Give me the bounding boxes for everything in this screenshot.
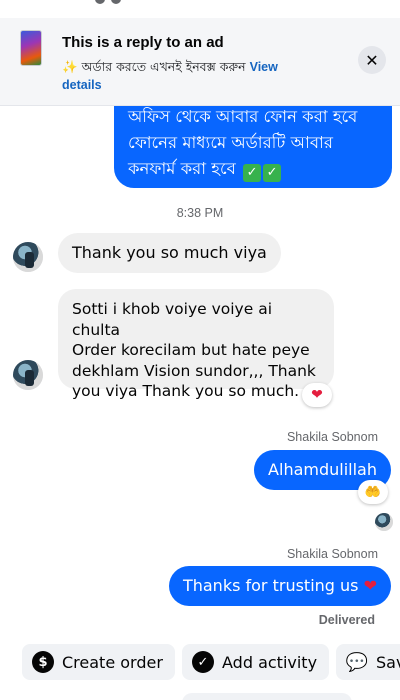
sparkle-icon: ✨: [62, 59, 78, 74]
composer-peek: [182, 693, 352, 700]
create-order-label: Create order: [62, 652, 163, 672]
heart-icon: ❤: [363, 576, 377, 595]
message-line: কনফার্ম করা হবে ✓ ✓: [128, 156, 380, 182]
banner-subtitle-text: অর্ডার করতে এখনই ইনবক্স করুন: [81, 59, 246, 74]
top-strip: [0, 0, 400, 18]
close-icon[interactable]: ✕: [358, 46, 386, 74]
incoming-message[interactable]: Thank you so much viya: [58, 233, 281, 273]
check-circle-icon: ✓: [192, 651, 214, 673]
action-chips: $ Create order ✓ Add activity 💬 Sav: [0, 640, 400, 688]
add-activity-label: Add activity: [222, 652, 318, 672]
check-mark-icon: ✓: [243, 164, 262, 182]
message-line: dekhlam Vision sundor,,, Thank: [72, 361, 316, 380]
seen-avatar: [375, 513, 393, 531]
message-line: অফিস থেকে আবার ফোন করা হবে: [128, 107, 358, 126]
save-label: Sav: [376, 652, 400, 672]
incoming-message[interactable]: Sotti i khob voiye voiye ai chulta Order…: [58, 289, 334, 400]
delivered-status: Delivered: [318, 613, 375, 627]
banner-title: This is a reply to an ad: [62, 34, 224, 51]
message-line: you viya Thank you so much.: [72, 382, 300, 400]
banner-subtitle: ✨ অর্ডার করতে এখনই ইনবক্স করুন View detai…: [62, 58, 342, 94]
chat-bubbles-icon: 💬: [345, 651, 369, 673]
heart-reaction-icon[interactable]: ❤: [302, 383, 332, 407]
sender-name: Shakila Sobnom: [286, 430, 378, 444]
check-mark-icon: ✓: [263, 164, 282, 182]
add-activity-button[interactable]: ✓ Add activity: [182, 644, 330, 680]
create-order-button[interactable]: $ Create order: [22, 644, 175, 680]
save-button[interactable]: 💬 Sav: [336, 644, 400, 680]
avatar[interactable]: [13, 242, 43, 272]
dollar-icon: $: [32, 651, 54, 673]
message-timestamp: 8:38 PM: [176, 206, 224, 220]
message-line: ফোনের মাধ্যমে অর্ডারটি আবার: [128, 133, 333, 152]
sender-name: Shakila Sobnom: [286, 547, 378, 561]
ad-thumbnail[interactable]: [20, 30, 42, 66]
praying-hands-reaction-icon[interactable]: 🤲: [358, 480, 388, 504]
outgoing-message[interactable]: Thanks for trusting us ❤: [168, 566, 391, 606]
ad-reply-banner[interactable]: This is a reply to an ad ✨ অর্ডার করতে এ…: [0, 18, 400, 106]
more-dots-icon: [95, 0, 135, 4]
message-line: Sotti i khob voiye voiye ai chulta: [72, 300, 272, 339]
message-line: Order korecilam but hate peye: [72, 341, 310, 359]
avatar[interactable]: [13, 360, 43, 390]
